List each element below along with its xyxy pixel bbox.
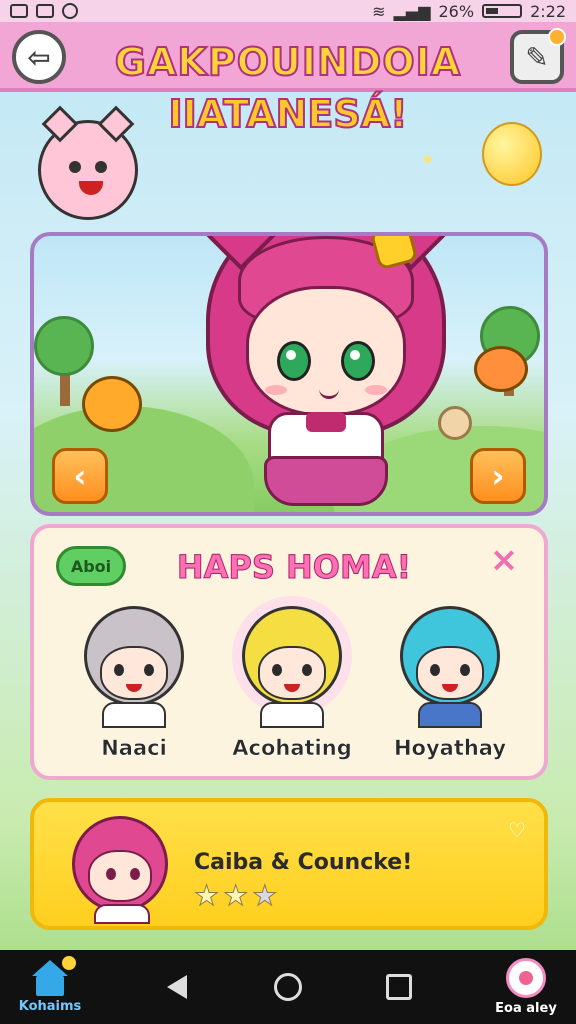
character-face: [246, 286, 406, 416]
star-filled-icon: ★: [193, 879, 220, 912]
friend-card[interactable]: Acohating: [222, 606, 362, 766]
bottom-nav-bar: Kohaims Eoa aley: [0, 950, 576, 1024]
flower-profile-icon: [506, 958, 546, 998]
quest-avatar: [72, 816, 172, 926]
cat-eye: [95, 161, 107, 173]
home-tab-label: Kohaims: [18, 999, 82, 1014]
star-rating: ★ ★ ★: [193, 879, 278, 912]
battery-icon: [482, 4, 523, 18]
quest-panel[interactable]: Caiba & Councke! ★ ★ ★ ♡: [30, 798, 548, 930]
character-skirt: [264, 456, 388, 506]
orange-critter: [82, 376, 142, 432]
tree: [34, 316, 94, 376]
quest-title: Caiba & Councke!: [194, 850, 413, 875]
friend-avatar-eye: [144, 664, 154, 676]
friend-avatar-eye: [460, 664, 470, 676]
friends-title: HAPS HOMA!: [176, 548, 412, 587]
friend-avatar-body: [260, 702, 324, 728]
profile-tab-label: Eoa aley: [495, 1001, 557, 1016]
back-triangle-icon: [167, 975, 187, 999]
signal-icon: ▂▄▆: [393, 1, 431, 21]
friend-avatar-body: [418, 702, 482, 728]
cat-ear: [41, 105, 79, 143]
character-showcase: ‹ ›: [30, 232, 548, 516]
balloon-decoration: [482, 122, 542, 186]
friend-avatar-eye: [114, 664, 124, 676]
star-filled-icon: ★: [223, 879, 249, 912]
home-body: [36, 976, 64, 996]
star-empty-icon: ★: [252, 879, 278, 912]
quest-avatar-body: [94, 904, 150, 924]
home-circle-icon: [274, 973, 302, 1001]
character-eye: [277, 341, 311, 381]
previous-character-button[interactable]: ‹: [52, 448, 108, 504]
character-smile: [319, 389, 339, 399]
chevron-left-icon: ‹: [73, 457, 87, 495]
edit-icon: ✎: [525, 40, 549, 74]
sparkle-icon: ✦: [420, 150, 436, 171]
system-home-button[interactable]: [266, 965, 310, 1009]
friend-card[interactable]: Hoyathay: [380, 606, 520, 766]
friend-avatar-body: [102, 702, 166, 728]
edit-button[interactable]: ✎: [510, 28, 566, 84]
friends-panel: Aboi HAPS HOMA! × Naaci Acohating Hoyath…: [30, 524, 548, 780]
status-right-icons: ≋ ▂▄▆ 26% 2:22: [372, 2, 566, 21]
friend-name: Acohating: [232, 736, 352, 761]
quest-avatar-eye: [130, 868, 140, 880]
character-blush: [365, 385, 387, 395]
app-header: ⇦ GAKPOUINDOIA ✎: [0, 22, 576, 92]
status-left-icons: [10, 3, 78, 19]
orange-critter: [474, 346, 528, 392]
clock: 2:22: [530, 1, 566, 21]
character-eye: [341, 341, 375, 381]
back-button[interactable]: ⇦: [12, 30, 66, 84]
cat-mouth: [79, 181, 103, 195]
game-title-line2: IIATANESÁ!: [168, 91, 409, 137]
home-icon: [30, 956, 76, 996]
profile-tab[interactable]: Eoa aley: [488, 958, 564, 1016]
character-bow: [306, 412, 346, 432]
friend-card[interactable]: Naaci: [64, 606, 204, 766]
friends-badge[interactable]: Aboi: [56, 546, 126, 586]
gallery-icon: [36, 4, 54, 18]
heart-icon[interactable]: ♡: [508, 818, 526, 842]
battery-percent: 26%: [438, 1, 475, 21]
cat-eye: [69, 161, 81, 173]
friend-avatar-eye: [430, 664, 440, 676]
recents-square-icon: [386, 974, 412, 1000]
quest-avatar-face: [88, 850, 152, 902]
home-tab[interactable]: Kohaims: [12, 956, 88, 1014]
notification-dot: [62, 956, 76, 970]
system-recents-button[interactable]: [377, 965, 421, 1009]
main-character[interactable]: [191, 236, 461, 512]
chevron-right-icon: ›: [491, 457, 505, 495]
notification-icon: [10, 4, 28, 18]
friend-name: Naaci: [101, 736, 167, 761]
status-bar: ≋ ▂▄▆ 26% 2:22: [0, 0, 576, 22]
app-icon: [62, 3, 78, 19]
friend-avatar-eye: [302, 664, 312, 676]
friend-avatar-eye: [272, 664, 282, 676]
game-title-line1: GAKPOUINDOIA: [114, 39, 462, 85]
floating-cat-mascot: [38, 105, 138, 220]
wifi-icon: ≋: [372, 1, 386, 21]
notification-dot: [548, 28, 566, 46]
character-blush: [265, 385, 287, 395]
close-button[interactable]: ×: [486, 542, 522, 578]
next-character-button[interactable]: ›: [470, 448, 526, 504]
back-arrow-icon: ⇦: [27, 40, 51, 74]
friend-name: Hoyathay: [393, 736, 507, 761]
quest-avatar-eye: [106, 868, 116, 880]
system-back-button[interactable]: [155, 965, 199, 1009]
